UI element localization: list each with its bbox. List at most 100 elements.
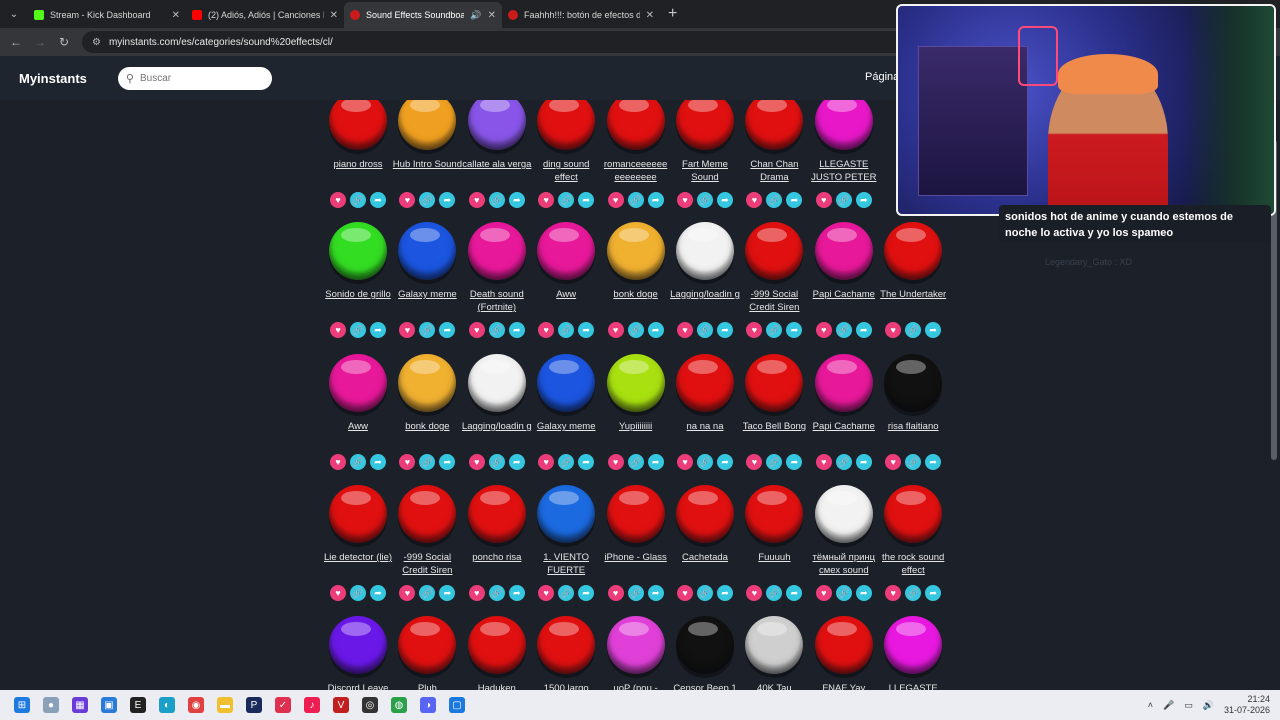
clock[interactable]: 21:24 31-07-2026 (1224, 694, 1270, 716)
heart-icon[interactable]: ♥ (677, 322, 693, 338)
monitor-icon[interactable]: ▭ (1184, 700, 1193, 711)
play-sound-button[interactable] (676, 100, 734, 150)
chrome-icon[interactable]: ◍ (391, 697, 407, 713)
share-icon[interactable]: ➦ (370, 454, 386, 470)
link-icon[interactable]: 🔗 (419, 585, 436, 601)
link-icon[interactable]: 🔗 (419, 192, 436, 208)
heart-icon[interactable]: ♥ (607, 585, 624, 601)
heart-icon[interactable]: ♥ (330, 322, 346, 338)
close-tab-icon[interactable]: ✕ (488, 10, 496, 21)
sound-label-link[interactable]: romanceeeeee eeeeeeee (601, 158, 671, 184)
share-icon[interactable]: ➦ (439, 192, 456, 208)
sound-label-link[interactable]: 1. VIENTO FUERTE (531, 551, 601, 577)
play-sound-button[interactable] (606, 354, 665, 412)
heart-icon[interactable]: ♥ (330, 454, 346, 470)
play-sound-button[interactable] (329, 354, 387, 412)
heart-icon[interactable]: ♥ (468, 192, 485, 208)
sound-label-link[interactable]: Death sound (Fortnite) (462, 288, 532, 314)
header-nav-link[interactable]: Página (865, 71, 899, 83)
play-sound-button[interactable] (606, 616, 665, 674)
windows-start-icon[interactable]: ⊞ (14, 697, 30, 713)
share-icon[interactable]: ➦ (855, 454, 872, 470)
link-icon[interactable]: 🔗 (697, 192, 713, 208)
link-icon[interactable]: 🔗 (558, 585, 575, 601)
app-blue-icon[interactable]: ▢ (449, 697, 465, 713)
heart-icon[interactable]: ♥ (815, 454, 832, 470)
copilot-icon[interactable]: ● (43, 697, 59, 713)
tab-youtube[interactable]: (2) Adiós, Adiós | Canciones Infa ✕ (186, 2, 344, 28)
obs-icon[interactable]: ◎ (362, 697, 378, 713)
share-icon[interactable]: ➦ (578, 454, 595, 470)
tab-search-icon[interactable]: ⌄ (0, 0, 28, 28)
share-icon[interactable]: ➦ (925, 585, 942, 601)
sound-label-link[interactable]: Sonido de grillo (323, 288, 393, 314)
sound-label-link[interactable]: Fuuuuh (739, 551, 809, 577)
heart-icon[interactable]: ♥ (885, 585, 902, 601)
heart-icon[interactable]: ♥ (399, 322, 416, 338)
heart-icon[interactable]: ♥ (538, 192, 555, 208)
link-icon[interactable]: 🔗 (350, 585, 366, 601)
share-icon[interactable]: ➦ (439, 585, 456, 601)
search-input[interactable] (139, 72, 250, 84)
heart-icon[interactable]: ♥ (468, 322, 485, 338)
share-icon[interactable]: ➦ (717, 322, 733, 338)
play-sound-button[interactable] (745, 222, 804, 280)
close-tab-icon[interactable]: ✕ (172, 10, 180, 21)
play-sound-button[interactable] (467, 222, 526, 280)
app-voice-icon[interactable]: V (333, 697, 349, 713)
share-icon[interactable]: ➦ (647, 192, 664, 208)
heart-icon[interactable]: ♥ (885, 322, 902, 338)
heart-icon[interactable]: ♥ (538, 454, 555, 470)
tab-faahhh[interactable]: Faahhh!!!: botón de efectos de ✕ (502, 2, 660, 28)
link-icon[interactable]: 🔗 (905, 585, 922, 601)
sound-label-link[interactable]: Pluh (392, 682, 462, 690)
back-arrow-icon[interactable]: ← (4, 35, 28, 49)
sound-label-link[interactable]: Lie detector (lie) (323, 551, 393, 577)
play-sound-button[interactable] (606, 485, 665, 543)
sound-label-link[interactable]: Lagging/loadin g (670, 288, 740, 314)
share-icon[interactable]: ➦ (439, 454, 456, 470)
play-sound-button[interactable] (676, 485, 734, 543)
play-sound-button[interactable] (814, 485, 873, 543)
link-icon[interactable]: 🔗 (350, 192, 366, 208)
volume-icon[interactable]: 🔊 (1203, 700, 1214, 711)
link-icon[interactable]: 🔗 (697, 454, 713, 470)
heart-icon[interactable]: ♥ (815, 322, 832, 338)
play-sound-button[interactable] (467, 354, 526, 412)
heart-icon[interactable]: ♥ (538, 585, 555, 601)
sound-label-link[interactable]: Aww (323, 420, 393, 446)
heart-icon[interactable]: ♥ (677, 192, 693, 208)
sound-label-link[interactable]: The Undertaker (878, 288, 948, 314)
link-icon[interactable]: 🔗 (558, 454, 575, 470)
link-icon[interactable]: 🔗 (558, 192, 575, 208)
discord-icon[interactable]: ◑ (420, 697, 436, 713)
sound-label-link[interactable]: Cachetada (670, 551, 740, 577)
share-icon[interactable]: ➦ (855, 585, 872, 601)
share-icon[interactable]: ➦ (370, 585, 386, 601)
chevron-up-icon[interactable]: ˄ (1148, 700, 1153, 710)
sound-label-link[interactable]: FNAF Yay (809, 682, 879, 690)
sound-label-link[interactable]: Aww (531, 288, 601, 314)
heart-icon[interactable]: ♥ (538, 322, 555, 338)
tiktok-icon[interactable]: ♪ (304, 697, 320, 713)
edge-icon[interactable]: ◐ (159, 697, 175, 713)
play-sound-button[interactable] (814, 100, 873, 150)
play-sound-button[interactable] (745, 100, 804, 150)
sound-label-link[interactable]: Hub Intro Sound (392, 158, 462, 184)
link-icon[interactable]: 🔗 (419, 454, 436, 470)
play-sound-button[interactable] (745, 485, 804, 543)
share-icon[interactable]: ➦ (717, 454, 733, 470)
share-icon[interactable]: ➦ (578, 585, 595, 601)
close-tab-icon[interactable]: ✕ (330, 10, 338, 21)
link-icon[interactable]: 🔗 (627, 192, 644, 208)
heart-icon[interactable]: ♥ (746, 322, 763, 338)
sound-label-link[interactable]: Papi Cachame (809, 288, 879, 314)
heart-icon[interactable]: ♥ (815, 585, 832, 601)
address-bar[interactable]: ⚙ myinstants.com/es/categories/sound%20e… (82, 31, 982, 53)
heart-icon[interactable]: ♥ (815, 192, 832, 208)
link-icon[interactable]: 🔗 (697, 322, 713, 338)
sound-label-link[interactable]: LLEGASTE (878, 682, 948, 690)
share-icon[interactable]: ➦ (855, 192, 872, 208)
share-icon[interactable]: ➦ (370, 192, 386, 208)
sound-label-link[interactable]: 1500 largo (531, 682, 601, 690)
